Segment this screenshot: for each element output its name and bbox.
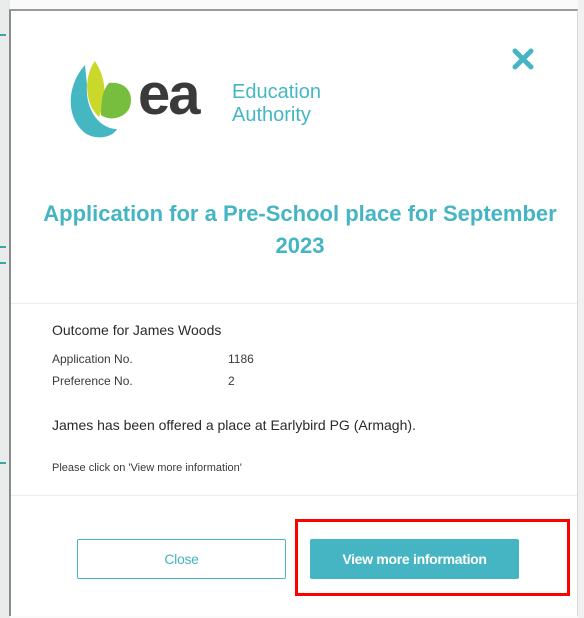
instruction-text: Please click on 'View more information' xyxy=(52,462,242,474)
footer-divider xyxy=(11,495,577,496)
detail-label: Application No. xyxy=(52,352,133,366)
background-marker xyxy=(0,246,6,248)
detail-value: 2 xyxy=(228,374,235,388)
close-icon[interactable] xyxy=(512,48,534,70)
background-marker xyxy=(0,462,6,464)
logo-name: Education Authority xyxy=(232,81,321,127)
detail-label: Preference No. xyxy=(52,374,133,388)
logo-name-line1: Education xyxy=(232,81,321,103)
header-divider xyxy=(11,303,577,304)
highlight-box xyxy=(295,519,570,596)
background-marker xyxy=(0,34,6,36)
dialog-title: Application for a Pre-School place for S… xyxy=(43,201,557,258)
logo-wordmark: ea xyxy=(138,62,200,127)
offer-text: James has been offered a place at Earlyb… xyxy=(52,417,416,433)
background-page-edge-right xyxy=(578,0,584,618)
close-button[interactable]: Close xyxy=(77,539,286,579)
detail-value: 1186 xyxy=(228,352,254,366)
background-marker xyxy=(0,262,6,264)
outcome-heading: Outcome for James Woods xyxy=(52,322,222,338)
logo-name-line2: Authority xyxy=(232,104,311,126)
page: ea Education Authority Application for a… xyxy=(0,0,584,618)
